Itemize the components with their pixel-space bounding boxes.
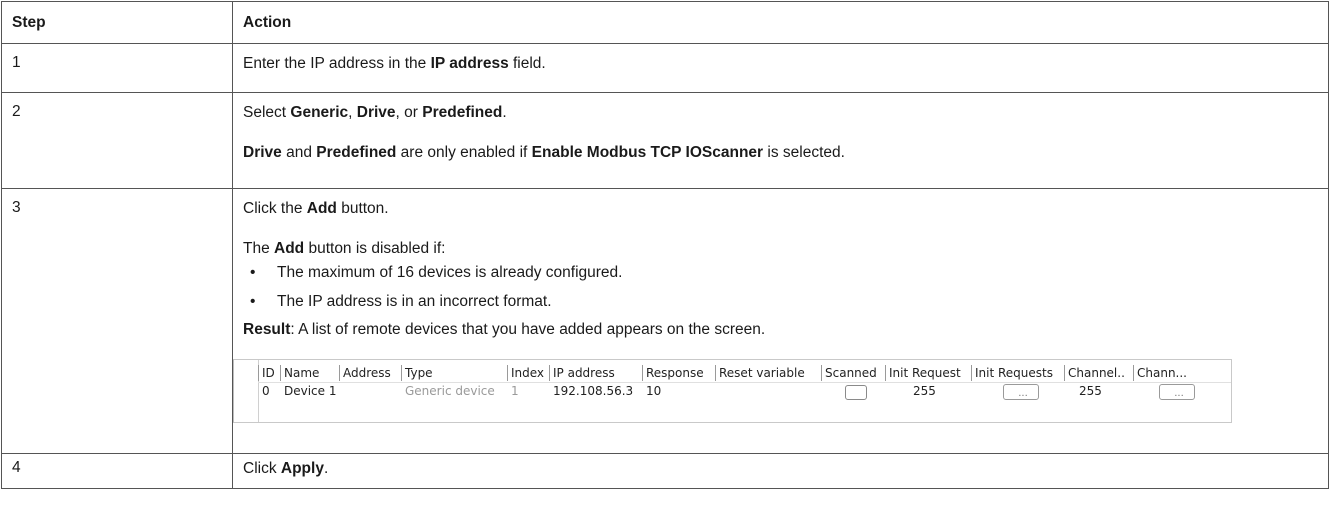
condition-list: • The maximum of 16 devices is already co…: [243, 263, 1328, 312]
action-text: Click Apply.: [243, 460, 329, 477]
table-row: 3 Click the Add button. The Add button i…: [1, 188, 1329, 454]
cell-id[interactable]: 0: [258, 383, 270, 400]
column-header-type[interactable]: Type: [401, 365, 433, 381]
list-item: • The maximum of 16 devices is already co…: [250, 264, 623, 281]
table-header-row: Step Action: [1, 1, 1329, 44]
action-text: Enter the IP address in the IP address f…: [243, 55, 546, 72]
table-row: 1 Enter the IP address in the IP address…: [1, 43, 1329, 93]
step-number: 2: [1, 92, 233, 189]
result-text: Result: A list of remote devices that yo…: [243, 321, 766, 338]
column-header-init-requests[interactable]: Init Requests: [971, 365, 1053, 381]
column-header-address[interactable]: Address: [339, 365, 391, 381]
cell-index[interactable]: 1: [507, 383, 519, 400]
action-note: Drive and Predefined are only enabled if…: [243, 144, 845, 161]
list-item: • The IP address is in an incorrect forma…: [250, 293, 552, 310]
action-text: Click the Add button.: [243, 200, 389, 217]
action-cell: Select Generic, Drive, or Predefined. Dr…: [232, 92, 1329, 189]
column-header-ip-address[interactable]: IP address: [549, 365, 615, 381]
cell-channel[interactable]: 255: [1075, 383, 1102, 400]
header-step: Step: [1, 1, 233, 44]
header-action: Action: [232, 1, 1329, 44]
column-header-id[interactable]: ID: [258, 365, 275, 381]
bullet-icon: •: [250, 264, 256, 281]
action-cell: Click the Add button. The Add button is …: [232, 188, 1329, 454]
table-row: 4 Click Apply.: [1, 453, 1329, 489]
column-header-index[interactable]: Index: [507, 365, 544, 381]
table-row: 2 Select Generic, Drive, or Predefined. …: [1, 92, 1329, 189]
cell-type[interactable]: Generic device: [401, 383, 495, 400]
step-number: 3: [1, 188, 233, 454]
cell-response[interactable]: 10: [642, 383, 661, 400]
action-cell: Enter the IP address in the IP address f…: [232, 43, 1329, 93]
column-header-reset-variable[interactable]: Reset variable: [715, 365, 805, 381]
cell-init-request[interactable]: 255: [909, 383, 936, 400]
column-header-init-request[interactable]: Init Request: [885, 365, 961, 381]
step-number: 4: [1, 453, 233, 489]
step-number: 1: [1, 43, 233, 93]
action-cell: Click Apply.: [232, 453, 1329, 489]
cell-name[interactable]: Device 1: [280, 383, 337, 400]
column-header-response[interactable]: Response: [642, 365, 704, 381]
column-header-scanned[interactable]: Scanned: [821, 365, 877, 381]
action-text: Select Generic, Drive, or Predefined.: [243, 104, 507, 121]
column-header-chann[interactable]: Chann...: [1133, 365, 1187, 381]
grid-gutter: [234, 360, 259, 422]
procedure-table: Step Action 1 Enter the IP address in th…: [1, 1, 1329, 489]
action-note: The Add button is disabled if:: [243, 240, 446, 257]
device-list-screenshot: ID Name Address Type Index IP address Re…: [233, 359, 1232, 423]
bullet-icon: •: [250, 293, 256, 310]
column-header-name[interactable]: Name: [280, 365, 319, 381]
cell-ip-address[interactable]: 192.108.56.3: [549, 383, 633, 400]
column-header-channel[interactable]: Channel..: [1064, 365, 1125, 381]
